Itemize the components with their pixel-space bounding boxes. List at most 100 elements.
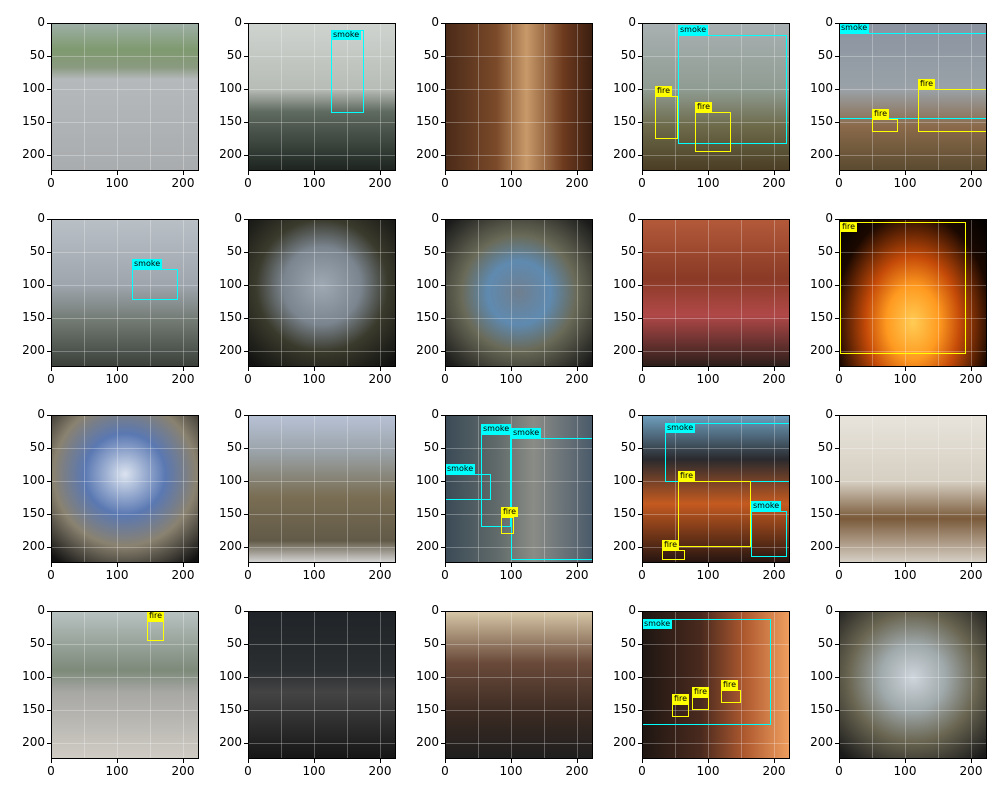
x-tick-label: 100 <box>105 764 129 778</box>
y-tick-mark <box>441 611 445 612</box>
gridline-horizontal <box>248 56 396 57</box>
gridline-horizontal <box>248 155 396 156</box>
y-tick-label: 0 <box>431 603 439 617</box>
gridline-vertical <box>84 23 85 171</box>
image-panel <box>248 415 396 563</box>
gridline-vertical <box>445 611 446 759</box>
y-tick-label: 100 <box>416 473 439 487</box>
y-tick-mark <box>441 644 445 645</box>
gridline-vertical <box>281 219 282 367</box>
y-tick-label: 50 <box>817 244 833 258</box>
gridline-vertical <box>577 219 578 367</box>
gridline-horizontal <box>51 351 199 352</box>
gridline-horizontal <box>248 122 396 123</box>
scene-photo-fisheye-sky <box>51 415 199 563</box>
y-tick-mark <box>244 122 248 123</box>
y-tick-label: 200 <box>219 735 242 749</box>
gridline-horizontal <box>51 23 199 24</box>
y-tick-mark <box>441 547 445 548</box>
y-tick-label: 200 <box>219 343 242 357</box>
gridline-vertical <box>445 219 446 367</box>
fire-label: fire <box>872 109 890 119</box>
gridline-vertical <box>544 23 545 171</box>
y-tick-mark <box>441 219 445 220</box>
y-tick-mark <box>47 318 51 319</box>
gridline-vertical <box>380 611 381 759</box>
image-panel <box>445 611 593 759</box>
x-tick-label: 0 <box>244 764 252 778</box>
fire-label: fire <box>147 611 165 621</box>
x-tick-mark <box>511 563 512 567</box>
gridline-vertical <box>150 23 151 171</box>
x-tick-label: 0 <box>638 568 646 582</box>
smoke-bounding-box <box>445 474 491 500</box>
x-tick-mark <box>117 171 118 175</box>
fire-label: fire <box>692 687 710 697</box>
y-tick-label: 150 <box>22 702 45 716</box>
x-tick-mark <box>774 367 775 371</box>
x-tick-label: 100 <box>499 176 523 190</box>
y-tick-mark <box>47 415 51 416</box>
y-tick-mark <box>835 415 839 416</box>
fire-bounding-box <box>501 517 514 534</box>
x-tick-mark <box>971 759 972 763</box>
x-tick-mark <box>248 563 249 567</box>
gridline-horizontal <box>839 611 987 612</box>
x-tick-mark <box>117 759 118 763</box>
y-tick-label: 200 <box>22 539 45 553</box>
gridline-horizontal <box>248 23 396 24</box>
x-tick-mark <box>839 171 840 175</box>
gridline-horizontal <box>839 514 987 515</box>
x-tick-label: 200 <box>959 372 983 386</box>
x-tick-mark <box>445 367 446 371</box>
y-tick-mark <box>638 611 642 612</box>
gridline-horizontal <box>642 318 790 319</box>
gridline-horizontal <box>642 23 790 24</box>
y-tick-mark <box>835 743 839 744</box>
x-tick-mark <box>183 759 184 763</box>
gridline-horizontal <box>839 547 987 548</box>
y-tick-mark <box>47 252 51 253</box>
y-tick-label: 150 <box>22 114 45 128</box>
x-tick-mark <box>314 759 315 763</box>
gridline-horizontal <box>839 743 987 744</box>
y-tick-mark <box>638 122 642 123</box>
y-tick-label: 200 <box>810 539 833 553</box>
gridline-horizontal <box>51 89 199 90</box>
y-tick-label: 100 <box>22 81 45 95</box>
image-panel: smoke fire fire <box>642 23 790 171</box>
y-tick-mark <box>638 481 642 482</box>
y-tick-mark <box>835 677 839 678</box>
fire-label: fire <box>678 471 696 481</box>
x-tick-mark <box>905 171 906 175</box>
y-tick-label: 200 <box>613 343 636 357</box>
y-tick-label: 100 <box>810 81 833 95</box>
gridline-horizontal <box>248 252 396 253</box>
gridline-horizontal <box>839 677 987 678</box>
x-tick-label: 0 <box>638 176 646 190</box>
x-tick-mark <box>51 563 52 567</box>
y-tick-mark <box>638 23 642 24</box>
x-tick-label: 200 <box>368 176 392 190</box>
x-tick-label: 0 <box>47 568 55 582</box>
smoke-label: smoke <box>678 25 709 35</box>
y-tick-label: 0 <box>431 407 439 421</box>
x-tick-mark <box>445 563 446 567</box>
y-tick-label: 150 <box>219 114 242 128</box>
x-tick-mark <box>839 563 840 567</box>
image-panel: fire <box>51 611 199 759</box>
y-tick-mark <box>441 318 445 319</box>
gridline-horizontal <box>248 351 396 352</box>
x-tick-mark <box>577 171 578 175</box>
gridline-horizontal <box>51 448 199 449</box>
y-tick-mark <box>244 448 248 449</box>
y-tick-label: 50 <box>620 244 636 258</box>
scene-photo-students <box>445 611 593 759</box>
x-tick-label: 0 <box>47 176 55 190</box>
y-tick-mark <box>835 547 839 548</box>
gridline-horizontal <box>248 611 396 612</box>
gridline-horizontal <box>642 285 790 286</box>
y-tick-mark <box>835 644 839 645</box>
fire-label: fire <box>672 694 690 704</box>
y-tick-mark <box>244 710 248 711</box>
